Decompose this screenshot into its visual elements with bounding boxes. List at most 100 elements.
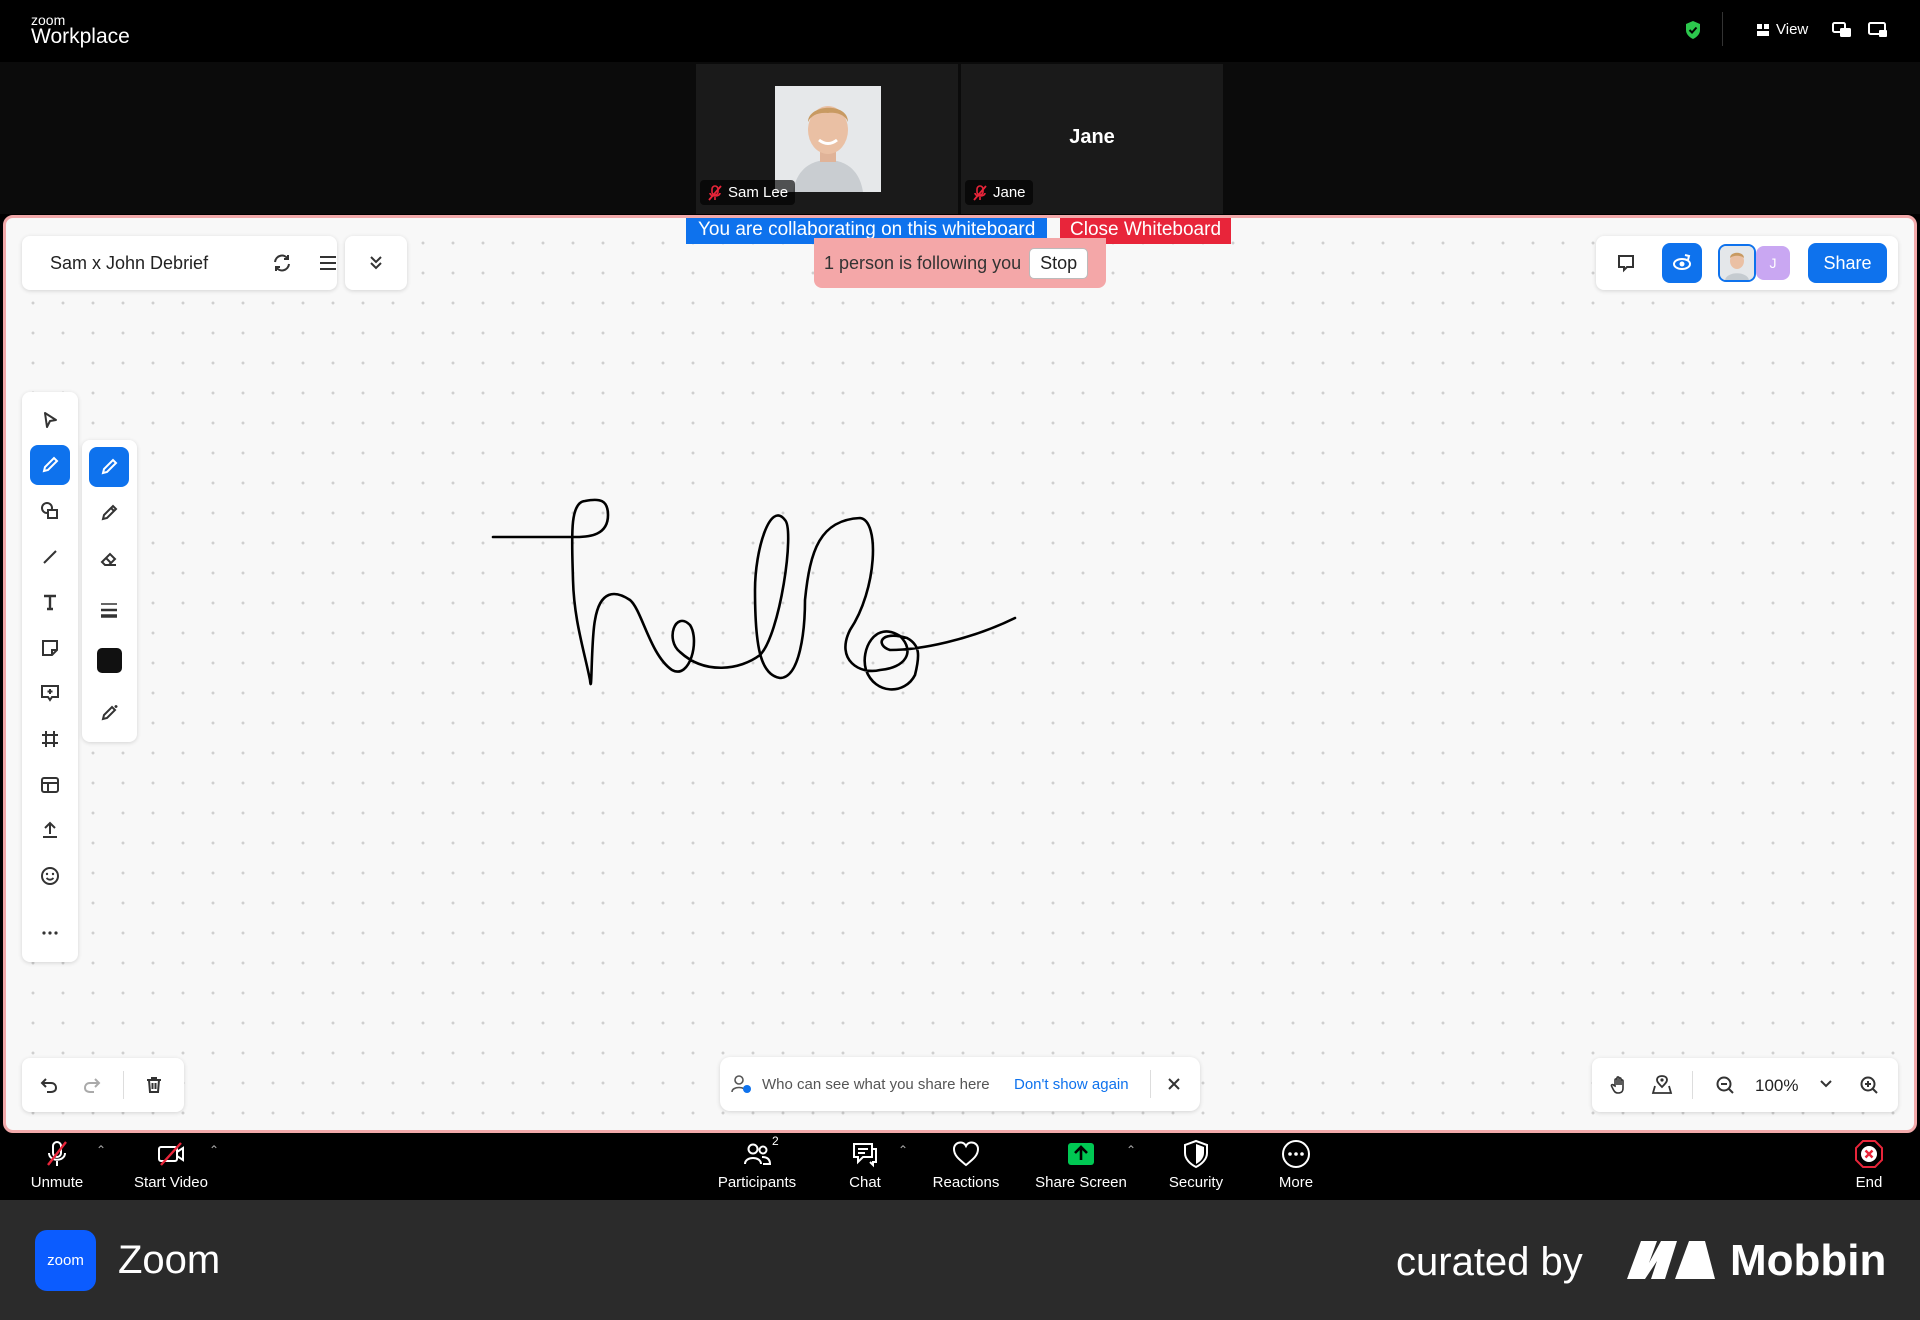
hand-pan-icon[interactable]	[1599, 1065, 1639, 1105]
unmute-button[interactable]: Unmute	[22, 1138, 92, 1191]
redo-icon[interactable]	[72, 1065, 112, 1105]
start-video-label: Start Video	[134, 1174, 208, 1191]
mobbin-wordmark: Mobbin	[1730, 1236, 1887, 1285]
add-comment-icon[interactable]	[30, 673, 70, 713]
zoom-in-icon[interactable]	[1849, 1065, 1889, 1105]
emoji-icon[interactable]	[30, 856, 70, 896]
color-swatch[interactable]	[97, 648, 122, 673]
comment-icon[interactable]	[1606, 243, 1646, 283]
share-screen-label: Share Screen	[1035, 1174, 1127, 1191]
follow-mode-icon[interactable]	[1662, 243, 1702, 283]
name-tag: Jane	[965, 180, 1033, 205]
chat-label: Chat	[849, 1174, 881, 1191]
menu-icon[interactable]	[308, 243, 348, 283]
share-button[interactable]: Share	[1808, 243, 1887, 283]
audio-options-caret[interactable]: ⌃	[96, 1143, 106, 1157]
grid-icon	[1757, 23, 1769, 36]
pen-options-panel	[82, 440, 137, 742]
avatar-jane[interactable]: J	[1756, 246, 1790, 280]
divider	[1692, 1071, 1693, 1099]
reactions-button[interactable]: Reactions	[926, 1138, 1006, 1191]
video-strip	[0, 62, 1920, 214]
template-icon[interactable]	[30, 765, 70, 805]
zoom-level[interactable]: 100%	[1755, 1076, 1798, 1096]
participants-icon: 2	[741, 1134, 779, 1170]
freehand-drawing[interactable]: hello	[480, 480, 1040, 720]
unmute-label: Unmute	[30, 1174, 84, 1191]
video-off-icon	[158, 1142, 184, 1166]
participants-count: 2	[772, 1134, 779, 1148]
title-bar	[0, 0, 1920, 62]
share-screen-icon	[1068, 1143, 1094, 1165]
participant-name: Jane	[993, 184, 1026, 201]
upload-icon[interactable]	[30, 810, 70, 850]
muted-mic-icon	[973, 184, 987, 201]
reactions-label: Reactions	[932, 1174, 1000, 1191]
security-label: Security	[1168, 1174, 1224, 1191]
more-icon	[1282, 1140, 1310, 1168]
stroke-width-icon[interactable]	[89, 590, 129, 630]
share-options-caret[interactable]: ⌃	[1126, 1143, 1136, 1157]
select-pointer-icon[interactable]	[30, 400, 70, 440]
picture-in-picture-icon[interactable]	[1832, 22, 1852, 43]
heart-icon	[952, 1141, 980, 1167]
end-call-icon	[1855, 1140, 1883, 1168]
info-text: Who can see what you share here	[762, 1076, 990, 1093]
chevron-double-down-icon	[356, 243, 396, 283]
close-icon[interactable]	[1154, 1064, 1194, 1104]
divider	[1150, 1070, 1151, 1098]
video-tile-sam[interactable]: Sam Lee	[696, 64, 958, 214]
shield-icon	[1184, 1139, 1208, 1169]
security-button[interactable]: Security	[1160, 1138, 1232, 1191]
muted-mic-icon	[47, 1141, 67, 1166]
whiteboard-title[interactable]: Sam x John Debrief	[50, 253, 208, 274]
magic-pen-icon[interactable]	[89, 693, 129, 733]
video-options-caret[interactable]: ⌃	[209, 1143, 219, 1157]
chevron-down-icon[interactable]	[1818, 1075, 1834, 1096]
eraser-icon[interactable]	[89, 539, 129, 579]
end-label: End	[1855, 1174, 1883, 1191]
map-pin-icon[interactable]	[1642, 1065, 1682, 1105]
trash-icon[interactable]	[134, 1065, 174, 1105]
avatar-sam[interactable]	[1718, 244, 1756, 282]
start-video-button[interactable]: Start Video	[126, 1138, 216, 1191]
text-tool-icon[interactable]	[30, 582, 70, 622]
divider	[123, 1071, 124, 1099]
more-tools-icon[interactable]	[30, 913, 70, 953]
chat-options-caret[interactable]: ⌃	[898, 1143, 908, 1157]
highlighter-icon[interactable]	[89, 493, 129, 533]
shield-check-icon[interactable]	[1684, 20, 1702, 45]
chat-button[interactable]: Chat	[840, 1138, 890, 1191]
following-text: 1 person is following you	[824, 252, 1022, 273]
brand-title: Workplace	[31, 25, 130, 48]
video-tile-jane[interactable]: Jane Jane	[961, 64, 1223, 214]
shapes-icon[interactable]	[30, 491, 70, 531]
divider	[1722, 12, 1723, 46]
sync-icon[interactable]	[262, 243, 302, 283]
mobbin-logo-icon	[1627, 1237, 1715, 1286]
zoom-app-logo: zoom	[35, 1230, 96, 1291]
more-button[interactable]: More	[1270, 1138, 1322, 1191]
line-tool-icon[interactable]	[30, 537, 70, 577]
pen-tool-icon[interactable]	[30, 445, 70, 485]
zoom-out-icon[interactable]	[1705, 1065, 1745, 1105]
view-controls-panel: 100%	[1592, 1058, 1898, 1112]
stop-button[interactable]: Stop	[1029, 247, 1089, 279]
sticky-note-icon[interactable]	[30, 628, 70, 668]
pen-icon[interactable]	[89, 447, 129, 487]
whiteboard-title-panel: Sam x John Debrief	[22, 236, 337, 290]
history-panel	[22, 1058, 184, 1112]
dont-show-again-link[interactable]: Don't show again	[1014, 1076, 1129, 1093]
undo-icon[interactable]	[29, 1065, 69, 1105]
collapse-panel-button[interactable]	[345, 236, 407, 290]
end-button[interactable]: End	[1852, 1138, 1886, 1191]
view-button[interactable]: View	[1756, 21, 1808, 38]
fullscreen-icon[interactable]	[1868, 22, 1888, 43]
following-notice: 1 person is following you Stop	[814, 238, 1106, 288]
participant-name: Sam Lee	[728, 184, 789, 201]
curated-by-text: curated by	[1396, 1240, 1583, 1284]
participants-button[interactable]: 2 Participants	[709, 1134, 805, 1191]
share-screen-button[interactable]: Share Screen	[1030, 1138, 1132, 1191]
name-tag: Sam Lee	[700, 180, 796, 205]
frame-icon[interactable]	[30, 719, 70, 759]
